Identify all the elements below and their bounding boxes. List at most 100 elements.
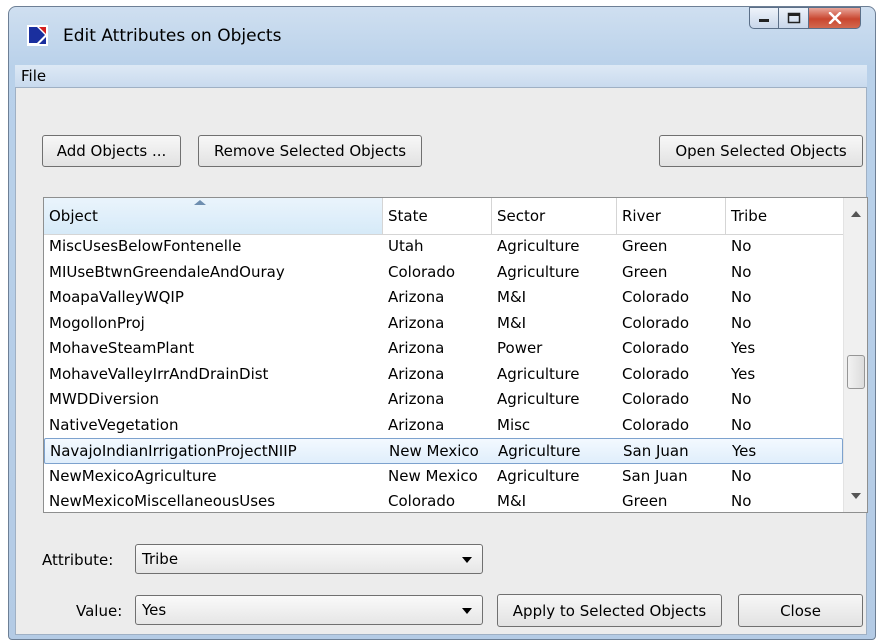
table-row[interactable]: MIUseBtwnGreendaleAndOuray Colorado Agricu…: [44, 260, 843, 286]
table-cell-river: Colorado: [622, 415, 690, 434]
column-header-river[interactable]: River: [617, 198, 726, 234]
table-cell-tribe: Yes: [732, 442, 757, 460]
value-selected-value: Yes: [142, 601, 167, 619]
table-row[interactable]: MogollonProj Arizona M&I Colorado No: [44, 311, 843, 337]
table-cell-state: Arizona: [388, 313, 445, 332]
column-header-object[interactable]: Object: [44, 198, 383, 234]
table-cell-state: Colorado: [388, 492, 456, 510]
close-button[interactable]: Close: [738, 594, 863, 627]
table-cell-sector: M&I: [497, 492, 527, 510]
table-cell-state: Arizona: [388, 288, 445, 306]
table-cell-object: NewMexicoAgriculture: [49, 466, 217, 485]
table-cell-river: San Juan: [623, 442, 689, 460]
table-row[interactable]: MohaveSteamPlant Arizona Power Colorado Yes: [44, 336, 843, 362]
table-cell-state: New Mexico: [389, 442, 479, 460]
table-row[interactable]: NativeVegetation Arizona Misc Colorado No: [44, 413, 843, 439]
dialog-content: Add Objects ... Remove Selected Objects …: [15, 87, 868, 635]
table-cell-river: Colorado: [622, 313, 690, 332]
table-cell-object: MoapaValleyWQIP: [49, 288, 184, 306]
attribute-label: Attribute:: [42, 551, 114, 569]
table-cell-river: Colorado: [622, 390, 690, 408]
table-row[interactable]: NewMexicoMiscellaneousUses Colorado M&I Gre…: [44, 489, 843, 512]
table-cell-tribe: Yes: [731, 339, 756, 357]
close-icon: [828, 12, 841, 24]
table-cell-tribe: Yes: [731, 364, 756, 383]
attribute-dropdown[interactable]: Tribe: [135, 544, 483, 574]
table-cell-object: MohaveValleyIrrAndDrainDist: [49, 364, 269, 383]
table-cell-sector: M&I: [497, 288, 527, 306]
title-bar[interactable]: Edit Attributes on Objects: [9, 7, 875, 63]
menu-file[interactable]: File: [21, 67, 46, 85]
objects-table[interactable]: Object State Sector River Tribe MiscUses…: [43, 197, 868, 513]
chevron-down-icon: [462, 557, 472, 563]
chevron-down-icon: [462, 608, 472, 614]
apply-to-selected-objects-button[interactable]: Apply to Selected Objects: [497, 594, 722, 627]
table-cell-sector: Agriculture: [497, 390, 580, 408]
scroll-down-icon[interactable]: [851, 493, 861, 499]
minimize-icon: [759, 19, 769, 22]
column-header-state[interactable]: State: [383, 198, 492, 234]
window-controls: [749, 7, 861, 31]
add-objects-button[interactable]: Add Objects ...: [42, 135, 181, 167]
table-cell-river: Green: [622, 262, 668, 281]
dialog-window: Edit Attributes on Objects File Add Obje…: [8, 6, 876, 640]
table-cell-object: NativeVegetation: [49, 415, 179, 434]
table-cell-river: Green: [622, 492, 668, 510]
table-cell-object: MogollonProj: [49, 313, 145, 332]
scroll-up-icon[interactable]: [851, 211, 861, 217]
minimize-button[interactable]: [749, 7, 779, 29]
table-cell-object: MIUseBtwnGreendaleAndOuray: [49, 262, 285, 281]
table-row[interactable]: NewMexicoAgriculture New Mexico Agricultur…: [44, 464, 843, 490]
table-cell-tribe: No: [731, 466, 752, 485]
value-label: Value:: [76, 602, 123, 620]
table-cell-river: San Juan: [622, 466, 688, 485]
table-cell-tribe: No: [731, 237, 752, 255]
table-cell-sector: Agriculture: [497, 262, 580, 281]
table-cell-river: Colorado: [622, 339, 690, 357]
table-cell-river: Colorado: [622, 288, 690, 306]
table-row[interactable]: NavajoIndianIrrigationProjectNIIP New Mex…: [44, 438, 843, 464]
table-cell-sector: Misc: [497, 415, 531, 434]
sort-ascending-icon: [194, 200, 206, 205]
table-cell-tribe: No: [731, 492, 752, 510]
table-cell-tribe: No: [731, 313, 752, 332]
table-scrollbar[interactable]: [843, 198, 867, 512]
table-cell-river: Colorado: [622, 364, 690, 383]
table-cell-object: NewMexicoMiscellaneousUses: [49, 492, 276, 510]
table-header: Object State Sector River Tribe: [44, 198, 843, 235]
table-cell-tribe: No: [731, 288, 752, 306]
table-cell-state: Arizona: [388, 339, 445, 357]
remove-selected-objects-button[interactable]: Remove Selected Objects: [198, 135, 422, 167]
table-cell-sector: Agriculture: [497, 237, 580, 255]
close-window-button[interactable]: [809, 7, 861, 29]
maximize-button[interactable]: [779, 7, 809, 29]
table-cell-state: New Mexico: [388, 466, 478, 485]
value-dropdown[interactable]: Yes: [135, 595, 483, 625]
riverware-app-icon: [27, 25, 48, 46]
table-cell-tribe: No: [731, 390, 752, 408]
maximize-icon: [787, 12, 800, 24]
table-cell-object: MohaveSteamPlant: [49, 339, 195, 357]
table-row[interactable]: MiscUsesBelowFontenelle Utah Agriculture Gr…: [44, 234, 843, 260]
column-header-tribe[interactable]: Tribe: [726, 198, 843, 234]
table-body: MiscUsesBelowFontenelle Utah Agriculture Gr…: [44, 234, 843, 512]
column-header-sector[interactable]: Sector: [492, 198, 617, 234]
table-cell-sector: Agriculture: [497, 364, 580, 383]
table-cell-tribe: No: [731, 415, 752, 434]
table-row[interactable]: MohaveValleyIrrAndDrainDist Arizona Agricu…: [44, 362, 843, 388]
table-cell-tribe: No: [731, 262, 752, 281]
table-cell-sector: Agriculture: [497, 466, 580, 485]
scrollbar-thumb[interactable]: [847, 355, 865, 389]
table-row[interactable]: MWDDiversion Arizona Agriculture Colorado No: [44, 387, 843, 413]
attribute-selected-value: Tribe: [142, 550, 179, 568]
table-cell-river: Green: [622, 237, 668, 255]
table-cell-state: Colorado: [388, 262, 456, 281]
table-row[interactable]: MoapaValleyWQIP Arizona M&I Colorado No: [44, 285, 843, 311]
table-cell-sector: M&I: [497, 313, 527, 332]
window-title: Edit Attributes on Objects: [63, 26, 282, 46]
table-cell-state: Arizona: [388, 415, 445, 434]
open-selected-objects-button[interactable]: Open Selected Objects: [659, 135, 863, 167]
table-cell-object: MiscUsesBelowFontenelle: [49, 237, 242, 255]
table-cell-sector: Agriculture: [498, 442, 581, 460]
table-cell-state: Arizona: [388, 390, 445, 408]
